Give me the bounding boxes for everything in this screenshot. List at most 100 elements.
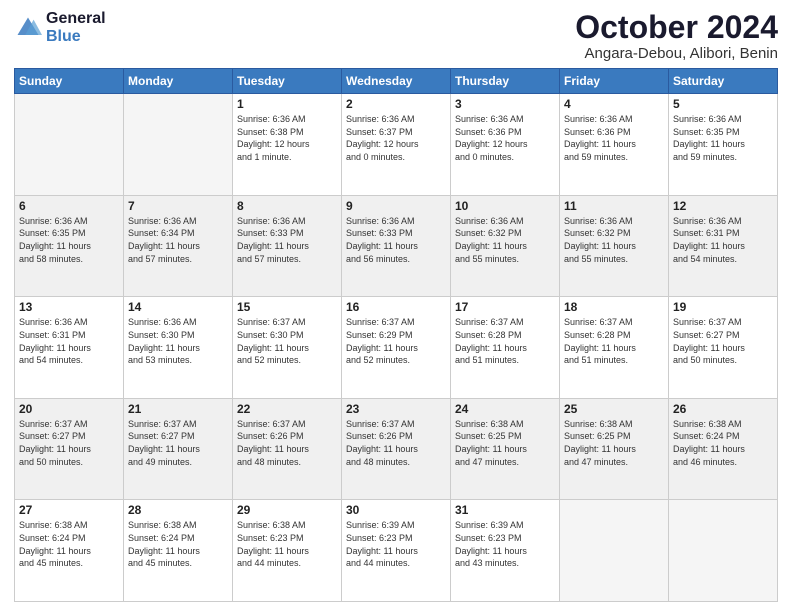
calendar-week-row: 27 Sunrise: 6:38 AM Sunset: 6:24 PM Dayli…: [15, 500, 778, 602]
cell-detail: Sunrise: 6:36 AM Sunset: 6:32 PM Dayligh…: [564, 215, 664, 265]
day-number: 25: [564, 402, 664, 416]
cell-detail: Sunrise: 6:39 AM Sunset: 6:23 PM Dayligh…: [455, 519, 555, 569]
day-header-tuesday: Tuesday: [233, 69, 342, 94]
title-area: October 2024 Angara-Debou, Alibori, Beni…: [575, 10, 778, 62]
calendar-week-row: 6 Sunrise: 6:36 AM Sunset: 6:35 PM Daylig…: [15, 195, 778, 297]
logo: General Blue: [14, 10, 106, 46]
day-header-monday: Monday: [124, 69, 233, 94]
calendar-cell: 6 Sunrise: 6:36 AM Sunset: 6:35 PM Daylig…: [15, 195, 124, 297]
calendar-cell: 15 Sunrise: 6:37 AM Sunset: 6:30 PM Dayli…: [233, 297, 342, 399]
calendar-week-row: 1Sunrise: 6:36 AM Sunset: 6:38 PM Daylig…: [15, 94, 778, 196]
calendar-table: SundayMondayTuesdayWednesdayThursdayFrid…: [14, 68, 778, 602]
day-number: 17: [455, 300, 555, 314]
calendar-cell: 1Sunrise: 6:36 AM Sunset: 6:38 PM Daylig…: [233, 94, 342, 196]
calendar-cell: 16Sunrise: 6:37 AM Sunset: 6:29 PM Dayli…: [342, 297, 451, 399]
cell-detail: Sunrise: 6:39 AM Sunset: 6:23 PM Dayligh…: [346, 519, 446, 569]
logo-text: General Blue: [46, 10, 106, 46]
cell-detail: Sunrise: 6:37 AM Sunset: 6:30 PM Dayligh…: [237, 316, 337, 366]
cell-detail: Sunrise: 6:36 AM Sunset: 6:31 PM Dayligh…: [19, 316, 119, 366]
day-number: 31: [455, 503, 555, 517]
calendar-cell: [124, 94, 233, 196]
cell-detail: Sunrise: 6:36 AM Sunset: 6:36 PM Dayligh…: [564, 113, 664, 163]
calendar-cell: 3 Sunrise: 6:36 AM Sunset: 6:36 PM Daylig…: [451, 94, 560, 196]
day-number: 21: [128, 402, 228, 416]
cell-detail: Sunrise: 6:38 AM Sunset: 6:24 PM Dayligh…: [673, 418, 773, 468]
day-number: 19: [673, 300, 773, 314]
cell-detail: Sunrise: 6:37 AM Sunset: 6:27 PM Dayligh…: [673, 316, 773, 366]
calendar-cell: 5 Sunrise: 6:36 AM Sunset: 6:35 PM Daylig…: [669, 94, 778, 196]
calendar-week-row: 13 Sunrise: 6:36 AM Sunset: 6:31 PM Dayli…: [15, 297, 778, 399]
cell-detail: Sunrise: 6:38 AM Sunset: 6:25 PM Dayligh…: [564, 418, 664, 468]
calendar-cell: 7 Sunrise: 6:36 AM Sunset: 6:34 PM Daylig…: [124, 195, 233, 297]
day-number: 8: [237, 199, 337, 213]
calendar-cell: 12 Sunrise: 6:36 AM Sunset: 6:31 PM Dayli…: [669, 195, 778, 297]
cell-detail: Sunrise: 6:37 AM Sunset: 6:26 PM Dayligh…: [237, 418, 337, 468]
day-number: 28: [128, 503, 228, 517]
day-number: 6: [19, 199, 119, 213]
calendar-cell: 27 Sunrise: 6:38 AM Sunset: 6:24 PM Dayli…: [15, 500, 124, 602]
page: General Blue October 2024 Angara-Debou, …: [0, 0, 792, 612]
calendar-cell: [560, 500, 669, 602]
header: General Blue October 2024 Angara-Debou, …: [14, 10, 778, 62]
calendar-cell: 9Sunrise: 6:36 AM Sunset: 6:33 PM Daylig…: [342, 195, 451, 297]
day-header-wednesday: Wednesday: [342, 69, 451, 94]
cell-detail: Sunrise: 6:38 AM Sunset: 6:24 PM Dayligh…: [19, 519, 119, 569]
calendar-cell: 13 Sunrise: 6:36 AM Sunset: 6:31 PM Dayli…: [15, 297, 124, 399]
day-number: 5: [673, 97, 773, 111]
calendar-cell: 11 Sunrise: 6:36 AM Sunset: 6:32 PM Dayli…: [560, 195, 669, 297]
cell-detail: Sunrise: 6:36 AM Sunset: 6:33 PM Dayligh…: [237, 215, 337, 265]
day-header-thursday: Thursday: [451, 69, 560, 94]
cell-detail: Sunrise: 6:38 AM Sunset: 6:23 PM Dayligh…: [237, 519, 337, 569]
calendar-cell: 28Sunrise: 6:38 AM Sunset: 6:24 PM Dayli…: [124, 500, 233, 602]
cell-detail: Sunrise: 6:37 AM Sunset: 6:27 PM Dayligh…: [19, 418, 119, 468]
day-number: 12: [673, 199, 773, 213]
day-number: 23: [346, 402, 446, 416]
day-number: 11: [564, 199, 664, 213]
month-title: October 2024: [575, 10, 778, 45]
cell-detail: Sunrise: 6:37 AM Sunset: 6:27 PM Dayligh…: [128, 418, 228, 468]
calendar-cell: 10 Sunrise: 6:36 AM Sunset: 6:32 PM Dayli…: [451, 195, 560, 297]
cell-detail: Sunrise: 6:38 AM Sunset: 6:25 PM Dayligh…: [455, 418, 555, 468]
cell-detail: Sunrise: 6:36 AM Sunset: 6:32 PM Dayligh…: [455, 215, 555, 265]
day-header-saturday: Saturday: [669, 69, 778, 94]
cell-detail: Sunrise: 6:37 AM Sunset: 6:28 PM Dayligh…: [564, 316, 664, 366]
day-number: 9: [346, 199, 446, 213]
calendar-cell: 26 Sunrise: 6:38 AM Sunset: 6:24 PM Dayli…: [669, 398, 778, 500]
cell-detail: Sunrise: 6:36 AM Sunset: 6:30 PM Dayligh…: [128, 316, 228, 366]
calendar-cell: 21 Sunrise: 6:37 AM Sunset: 6:27 PM Dayli…: [124, 398, 233, 500]
cell-detail: Sunrise: 6:36 AM Sunset: 6:31 PM Dayligh…: [673, 215, 773, 265]
day-number: 22: [237, 402, 337, 416]
calendar-week-row: 20 Sunrise: 6:37 AM Sunset: 6:27 PM Dayli…: [15, 398, 778, 500]
day-number: 29: [237, 503, 337, 517]
day-number: 13: [19, 300, 119, 314]
day-header-friday: Friday: [560, 69, 669, 94]
day-number: 26: [673, 402, 773, 416]
day-number: 20: [19, 402, 119, 416]
day-number: 18: [564, 300, 664, 314]
cell-detail: Sunrise: 6:37 AM Sunset: 6:26 PM Dayligh…: [346, 418, 446, 468]
cell-detail: Sunrise: 6:36 AM Sunset: 6:37 PM Dayligh…: [346, 113, 446, 163]
cell-detail: Sunrise: 6:36 AM Sunset: 6:35 PM Dayligh…: [19, 215, 119, 265]
calendar-cell: 2Sunrise: 6:36 AM Sunset: 6:37 PM Daylig…: [342, 94, 451, 196]
day-number: 15: [237, 300, 337, 314]
calendar-cell: 30 Sunrise: 6:39 AM Sunset: 6:23 PM Dayli…: [342, 500, 451, 602]
day-number: 27: [19, 503, 119, 517]
calendar-cell: [15, 94, 124, 196]
cell-detail: Sunrise: 6:36 AM Sunset: 6:36 PM Dayligh…: [455, 113, 555, 163]
day-number: 7: [128, 199, 228, 213]
day-number: 3: [455, 97, 555, 111]
cell-detail: Sunrise: 6:36 AM Sunset: 6:34 PM Dayligh…: [128, 215, 228, 265]
calendar-cell: 19 Sunrise: 6:37 AM Sunset: 6:27 PM Dayli…: [669, 297, 778, 399]
calendar-cell: 24 Sunrise: 6:38 AM Sunset: 6:25 PM Dayli…: [451, 398, 560, 500]
cell-detail: Sunrise: 6:36 AM Sunset: 6:35 PM Dayligh…: [673, 113, 773, 163]
day-number: 4: [564, 97, 664, 111]
day-number: 30: [346, 503, 446, 517]
logo-icon: [14, 14, 42, 42]
calendar-cell: 14 Sunrise: 6:36 AM Sunset: 6:30 PM Dayli…: [124, 297, 233, 399]
calendar-cell: 22 Sunrise: 6:37 AM Sunset: 6:26 PM Dayli…: [233, 398, 342, 500]
day-number: 10: [455, 199, 555, 213]
day-number: 14: [128, 300, 228, 314]
day-number: 24: [455, 402, 555, 416]
day-number: 16: [346, 300, 446, 314]
day-number: 1: [237, 97, 337, 111]
